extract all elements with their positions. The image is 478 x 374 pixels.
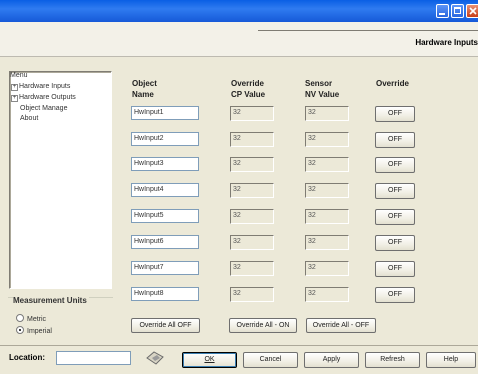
object-name-field[interactable]: HwInput8: [131, 287, 199, 301]
nv-value-field: 32: [305, 235, 349, 250]
menu-item-label: Hardware Inputs: [19, 83, 71, 90]
override-all-on-button[interactable]: Override All - ON: [229, 318, 297, 333]
menu-item-label: Hardware Outputs: [19, 94, 76, 101]
cp-value-field: 32: [230, 287, 274, 302]
col-header-nv-value: Sensor NV Value: [305, 78, 339, 100]
button-label: Cancel: [259, 356, 282, 363]
location-input[interactable]: [56, 351, 131, 365]
menu-item-label: About: [20, 115, 39, 122]
header-line: Override: [231, 79, 264, 88]
nv-value-field: 32: [305, 287, 349, 302]
nv-value-field: 32: [305, 106, 349, 121]
nv-value-field: 32: [305, 132, 349, 147]
close-icon[interactable]: [466, 4, 478, 18]
object-name-field[interactable]: HwInput5: [131, 209, 199, 223]
header-line: NV Value: [305, 90, 340, 99]
radio-label: Imperial: [27, 328, 52, 335]
override-off-button[interactable]: OFF: [375, 157, 415, 173]
override-off-button[interactable]: OFF: [375, 132, 415, 148]
cancel-button[interactable]: Cancel: [243, 352, 298, 368]
radio-icon[interactable]: [16, 314, 24, 322]
footer-separator: [0, 345, 478, 346]
header-line: Sensor: [305, 79, 333, 88]
apply-button[interactable]: Apply: [304, 352, 359, 368]
nv-value-field: 32: [305, 157, 349, 172]
override-off-button[interactable]: OFF: [375, 106, 415, 122]
object-name-field[interactable]: HwInput3: [131, 157, 199, 171]
button-label: Help: [443, 356, 459, 363]
window-titlebar[interactable]: [0, 0, 478, 22]
menu-heading: Menu: [10, 72, 28, 79]
object-name-field[interactable]: HwInput4: [131, 183, 199, 197]
object-name-field[interactable]: HwInput2: [131, 132, 199, 146]
override-all-off-alt-button[interactable]: Override All - OFF: [306, 318, 376, 333]
maximize-icon[interactable]: [451, 4, 464, 18]
header-line: CP Value: [231, 90, 266, 99]
header-line: Override: [376, 79, 409, 88]
title-underline: [258, 30, 478, 31]
header-panel: Hardware Inputs: [0, 22, 478, 57]
radio-label: Metric: [27, 316, 47, 323]
cp-value-field: 32: [230, 209, 274, 224]
override-off-button[interactable]: OFF: [375, 287, 415, 303]
override-off-button[interactable]: OFF: [375, 235, 415, 251]
override-off-button[interactable]: OFF: [375, 209, 415, 225]
navigate-icon[interactable]: [144, 350, 166, 366]
location-label: Location:: [9, 353, 45, 362]
radio-metric[interactable]: Metric: [16, 314, 46, 323]
override-off-button[interactable]: OFF: [375, 183, 415, 199]
ok-button[interactable]: OK: [182, 352, 237, 368]
object-name-field[interactable]: HwInput1: [131, 106, 199, 120]
radio-imperial[interactable]: Imperial: [16, 326, 52, 335]
cp-value-field: 32: [230, 106, 274, 121]
radio-selected-icon[interactable]: [16, 326, 24, 334]
menu-item-hardware-outputs[interactable]: + Hardware Outputs: [11, 94, 76, 102]
units-title: Measurement Units: [13, 296, 89, 305]
cp-value-field: 32: [230, 183, 274, 198]
cp-value-field: 32: [230, 261, 274, 276]
button-label: Apply: [322, 356, 341, 363]
button-label: OK: [204, 356, 215, 363]
override-all-off-button[interactable]: Override All OFF: [131, 318, 200, 333]
menu-tree[interactable]: [9, 71, 112, 289]
header-line: Object: [132, 79, 157, 88]
col-header-cp-value: Override CP Value: [231, 78, 265, 100]
section-title: Hardware Inputs: [415, 38, 478, 47]
expand-icon[interactable]: +: [11, 95, 18, 102]
object-name-field[interactable]: HwInput7: [131, 261, 199, 275]
menu-item-object-manage[interactable]: Object Manage: [20, 105, 67, 112]
refresh-button[interactable]: Refresh: [365, 352, 420, 368]
menu-item-hardware-inputs[interactable]: + Hardware Inputs: [11, 83, 70, 91]
menu-item-label: Object Manage: [20, 105, 68, 112]
nv-value-field: 32: [305, 209, 349, 224]
col-header-override: Override: [376, 78, 409, 89]
col-header-object-name: Object Name: [132, 78, 157, 100]
cp-value-field: 32: [230, 157, 274, 172]
cp-value-field: 32: [230, 235, 274, 250]
help-button[interactable]: Help: [426, 352, 476, 368]
override-off-button[interactable]: OFF: [375, 261, 415, 277]
minimize-icon[interactable]: [436, 4, 449, 18]
object-name-field[interactable]: HwInput6: [131, 235, 199, 249]
header-line: Name: [132, 90, 154, 99]
nv-value-field: 32: [305, 261, 349, 276]
nv-value-field: 32: [305, 183, 349, 198]
expand-icon[interactable]: +: [11, 84, 18, 91]
menu-item-about[interactable]: About: [20, 115, 38, 122]
cp-value-field: 32: [230, 132, 274, 147]
button-label: Refresh: [380, 356, 405, 363]
